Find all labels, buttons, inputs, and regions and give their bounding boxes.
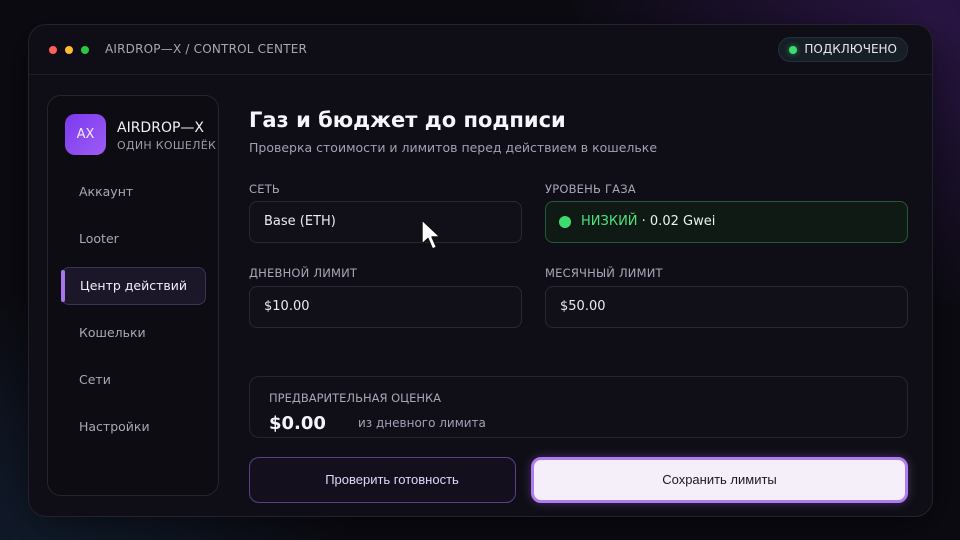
gas-level-value: НИЗКИЙ bbox=[581, 214, 638, 229]
monthly-limit-input[interactable]: $50.00 bbox=[545, 286, 908, 328]
close-window-icon[interactable] bbox=[49, 46, 57, 54]
daily-limit-input[interactable]: $10.00 bbox=[249, 286, 522, 328]
connection-status-badge: ПОДКЛЮЧЕНО bbox=[778, 37, 908, 62]
sidebar-item-action-center[interactable]: Центр действий bbox=[61, 267, 206, 305]
gas-level-label: УРОВЕНЬ ГАЗА bbox=[545, 182, 636, 196]
estimate-label: ПРЕДВАРИТЕЛЬНАЯ ОЦЕНКА bbox=[269, 391, 442, 405]
estimate-value: $0.00 bbox=[269, 413, 326, 434]
estimate-note: из дневного лимита bbox=[358, 416, 486, 430]
brand-name: AIRDROP—X bbox=[117, 120, 204, 136]
connection-status-label: ПОДКЛЮЧЕНО bbox=[804, 42, 897, 56]
daily-limit-label: ДНЕВНОЙ ЛИМИТ bbox=[249, 266, 358, 280]
network-select[interactable]: Base (ETH) bbox=[249, 201, 522, 243]
save-limits-button[interactable]: Сохранить лимиты bbox=[531, 457, 908, 503]
main-panel: Газ и бюджет до подписи Проверка стоимос… bbox=[249, 95, 909, 503]
sidebar-item-networks[interactable]: Сети bbox=[61, 361, 206, 399]
app-title: AIRDROP—X / CONTROL CENTER bbox=[105, 42, 308, 56]
pointer-cursor-icon bbox=[421, 219, 441, 250]
page-subtitle: Проверка стоимости и лимитов перед дейст… bbox=[249, 140, 658, 155]
app-window: AIRDROP—X / CONTROL CENTER ПОДКЛЮЧЕНО AX… bbox=[28, 24, 933, 517]
title-bar: AIRDROP—X / CONTROL CENTER ПОДКЛЮЧЕНО bbox=[29, 25, 932, 75]
sidebar-nav: Аккаунт Looter Центр действий Кошельки С… bbox=[61, 173, 206, 455]
maximize-window-icon[interactable] bbox=[81, 46, 89, 54]
network-label: СЕТЬ bbox=[249, 182, 281, 196]
sidebar-item-settings[interactable]: Настройки bbox=[61, 408, 206, 446]
sidebar-item-looter[interactable]: Looter bbox=[61, 220, 206, 258]
sidebar: AX AIRDROP—X ОДИН КОШЕЛЁК Аккаунт Looter… bbox=[47, 95, 219, 496]
brand-subtitle: ОДИН КОШЕЛЁК bbox=[117, 139, 217, 152]
sidebar-item-account[interactable]: Аккаунт bbox=[61, 173, 206, 211]
check-readiness-button[interactable]: Проверить готовность bbox=[249, 457, 516, 503]
gas-price-value: · 0.02 Gwei bbox=[637, 214, 716, 229]
sidebar-item-wallets[interactable]: Кошельки bbox=[61, 314, 206, 352]
gas-level-indicator: НИЗКИЙ · 0.02 Gwei bbox=[545, 201, 908, 243]
page-title: Газ и бюджет до подписи bbox=[249, 108, 566, 132]
minimize-window-icon[interactable] bbox=[65, 46, 73, 54]
brand-logo: AX bbox=[65, 114, 106, 155]
monthly-limit-label: МЕСЯЧНЫЙ ЛИМИТ bbox=[545, 266, 663, 280]
status-dot-icon bbox=[789, 46, 798, 54]
gas-status-dot-icon bbox=[559, 216, 571, 228]
estimate-card: ПРЕДВАРИТЕЛЬНАЯ ОЦЕНКА $0.00 из дневного… bbox=[249, 376, 908, 438]
